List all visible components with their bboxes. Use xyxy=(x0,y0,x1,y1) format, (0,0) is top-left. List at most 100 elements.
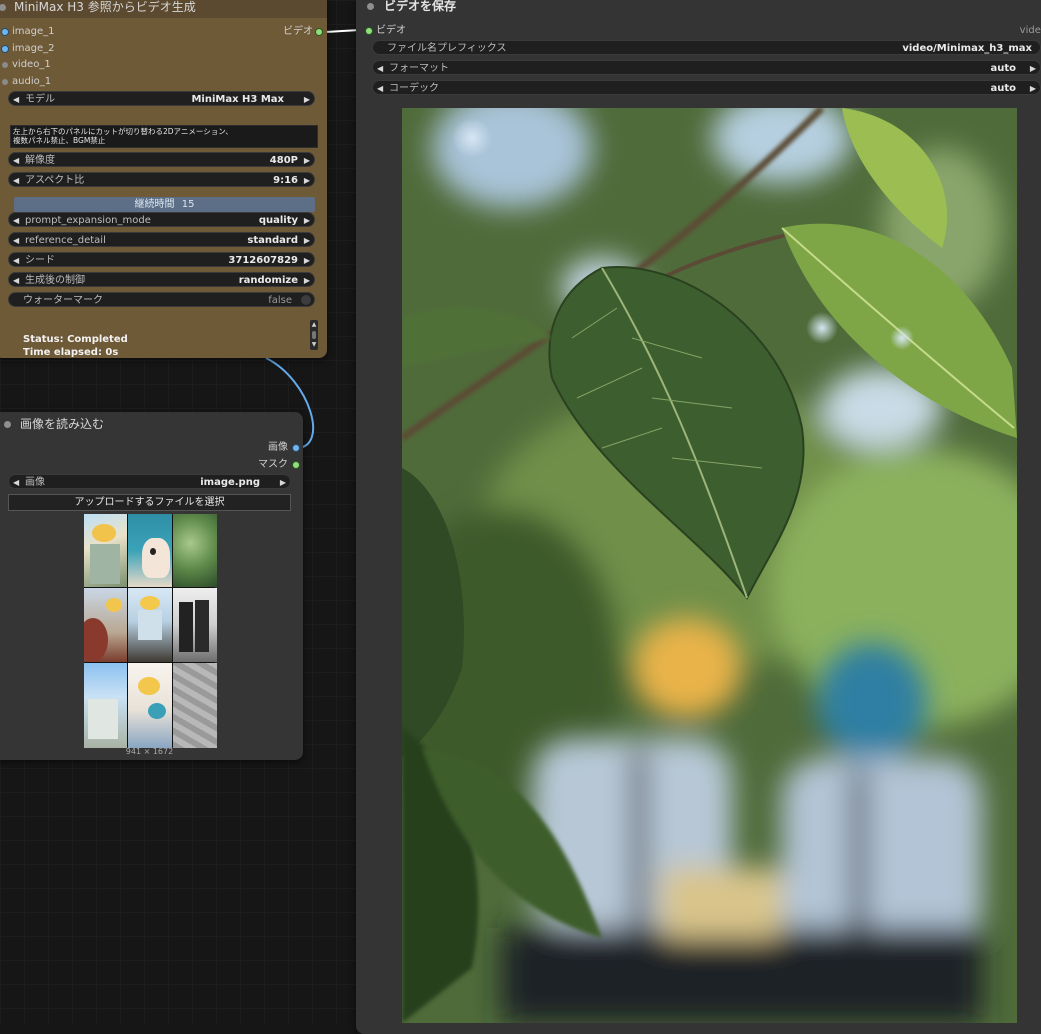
right-arrow-icon[interactable]: ▶ xyxy=(280,475,286,490)
output-image[interactable]: 画像 xyxy=(0,440,303,457)
scroll-thumb[interactable] xyxy=(312,331,316,339)
watermark-label: ウォーターマーク xyxy=(23,295,103,306)
image-2-port[interactable] xyxy=(2,45,8,52)
input-video-1[interactable]: video_1 xyxy=(0,57,326,74)
model-combo[interactable]: ◀ モデル MiniMax H3 Max ▶ xyxy=(8,91,315,106)
collapse-dot-icon[interactable] xyxy=(367,3,374,10)
expansion-mode-combo[interactable]: ◀ prompt_expansion_mode quality ▶ xyxy=(8,212,315,227)
resolution-value: 480P xyxy=(269,155,298,166)
left-arrow-icon[interactable]: ◀ xyxy=(13,213,19,228)
reference-detail-label: reference_detail xyxy=(25,235,106,246)
model-label: モデル xyxy=(25,94,55,105)
left-arrow-icon[interactable]: ◀ xyxy=(13,273,19,288)
video-input-port[interactable] xyxy=(366,28,372,34)
save-io[interactable]: ビデオ video xyxy=(362,23,1041,40)
video-1-label: video_1 xyxy=(12,59,51,70)
toggle-knob-icon[interactable] xyxy=(301,295,311,305)
input-image-1[interactable]: image_1 ビデオ xyxy=(0,24,326,41)
video-preview[interactable] xyxy=(402,108,1017,1023)
seed-value: 3712607829 xyxy=(228,255,298,266)
image-1-label: image_1 xyxy=(12,26,55,37)
aspect-label: アスペクト比 xyxy=(25,175,85,186)
control-after-combo[interactable]: ◀ 生成後の制御 randomize ▶ xyxy=(8,272,315,287)
right-arrow-icon[interactable]: ▶ xyxy=(304,153,310,168)
preview-panel xyxy=(173,588,217,662)
watermark-value: false xyxy=(268,295,292,306)
load-node-title-text: 画像を読み込む xyxy=(20,417,105,431)
video-output-port[interactable] xyxy=(316,29,322,35)
filename-prefix-input[interactable]: ファイル名プレフィックス video/Minimax_h3_max xyxy=(372,40,1041,55)
right-arrow-icon[interactable]: ▶ xyxy=(304,213,310,228)
status-line: Status: Completed xyxy=(23,334,128,345)
left-arrow-icon[interactable]: ◀ xyxy=(13,233,19,248)
resolution-combo[interactable]: ◀ 解像度 480P ▶ xyxy=(8,152,315,167)
load-node-title[interactable]: 画像を読み込む xyxy=(0,412,303,436)
image-1-port[interactable] xyxy=(2,29,8,35)
status-scrollbar[interactable]: ▲ ▼ xyxy=(310,320,318,350)
preview-panel xyxy=(173,514,217,587)
image-preview[interactable] xyxy=(84,514,217,748)
video-frame-image xyxy=(402,108,1017,1023)
watermark-toggle[interactable]: ウォーターマーク false xyxy=(8,292,315,307)
preview-panel xyxy=(84,514,127,587)
output-mask[interactable]: マスク xyxy=(0,457,303,474)
left-arrow-icon[interactable]: ◀ xyxy=(13,253,19,268)
preview-panel xyxy=(84,663,127,748)
left-arrow-icon[interactable]: ◀ xyxy=(13,173,19,188)
video-output-label: ビデオ xyxy=(283,26,313,37)
right-arrow-icon[interactable]: ▶ xyxy=(304,173,310,188)
preview-panel xyxy=(128,663,172,748)
collapse-dot-icon[interactable] xyxy=(4,421,11,428)
mask-output-label: マスク xyxy=(258,459,288,470)
input-image-2[interactable]: image_2 xyxy=(0,41,326,58)
right-arrow-icon[interactable]: ▶ xyxy=(304,273,310,288)
format-label: フォーマット xyxy=(389,63,449,74)
right-arrow-icon[interactable]: ▶ xyxy=(304,233,310,248)
video-1-port[interactable] xyxy=(2,62,8,68)
mask-output-port[interactable] xyxy=(293,462,299,468)
image-dimensions: 941 × 1672 xyxy=(125,747,174,756)
audio-1-port[interactable] xyxy=(2,78,8,85)
image-label: 画像 xyxy=(25,477,45,488)
input-audio-1[interactable]: audio_1 xyxy=(0,74,326,91)
control-after-value: randomize xyxy=(238,275,298,286)
scroll-up-icon[interactable]: ▲ xyxy=(310,320,318,330)
upload-file-button[interactable]: アップロードするファイルを選択 xyxy=(8,494,291,511)
save-node-title[interactable]: ビデオを保存 xyxy=(356,0,1041,19)
aspect-combo[interactable]: ◀ アスペクト比 9:16 ▶ xyxy=(8,172,315,187)
model-value: MiniMax H3 Max xyxy=(191,94,284,105)
preview-panel xyxy=(84,588,127,662)
right-arrow-icon[interactable]: ▶ xyxy=(304,253,310,268)
minimax-io: image_1 ビデオ image_2 video_1 audio_1 xyxy=(0,24,326,90)
right-arrow-icon[interactable]: ▶ xyxy=(1030,61,1036,76)
seed-label: シード xyxy=(25,255,55,266)
image-combo[interactable]: ◀ 画像 image.png ▶ xyxy=(8,474,291,489)
status-text: Status: Completed Time elapsed: 0s xyxy=(23,333,128,359)
left-arrow-icon[interactable]: ◀ xyxy=(13,92,19,107)
minimax-node-title[interactable]: MiniMax H3 参照からビデオ生成 xyxy=(0,0,327,18)
prefix-value: video/Minimax_h3_max xyxy=(902,43,1032,54)
reference-detail-combo[interactable]: ◀ reference_detail standard ▶ xyxy=(8,232,315,247)
right-arrow-icon[interactable]: ▶ xyxy=(304,92,310,107)
left-arrow-icon[interactable]: ◀ xyxy=(13,475,19,490)
left-arrow-icon[interactable]: ◀ xyxy=(377,61,383,76)
scroll-down-icon[interactable]: ▼ xyxy=(310,340,318,350)
preview-panel xyxy=(128,514,172,587)
expansion-label: prompt_expansion_mode xyxy=(25,215,151,226)
duration-label: 継続時間 xyxy=(134,199,175,210)
aspect-value: 9:16 xyxy=(273,175,298,186)
minimax-node-title-text: MiniMax H3 参照からビデオ生成 xyxy=(14,0,196,14)
seed-number[interactable]: ◀ シード 3712607829 ▶ xyxy=(8,252,315,267)
duration-slider[interactable]: 継続時間 15 xyxy=(14,197,315,212)
collapse-dot-icon[interactable] xyxy=(0,4,6,11)
left-arrow-icon[interactable]: ◀ xyxy=(377,81,383,96)
codec-label: コーデック xyxy=(389,83,439,94)
prefix-label: ファイル名プレフィックス xyxy=(387,43,507,54)
right-arrow-icon[interactable]: ▶ xyxy=(1030,81,1036,96)
left-arrow-icon[interactable]: ◀ xyxy=(13,153,19,168)
prompt-textarea[interactable]: 左上から右下のパネルにカットが切り替わる2Dアニメーション、 複数パネル禁止、B… xyxy=(10,125,318,148)
resolution-label: 解像度 xyxy=(25,155,55,166)
codec-combo[interactable]: ◀ コーデック auto ▶ xyxy=(372,80,1041,95)
image-output-port[interactable] xyxy=(293,445,299,451)
format-combo[interactable]: ◀ フォーマット auto ▶ xyxy=(372,60,1041,75)
